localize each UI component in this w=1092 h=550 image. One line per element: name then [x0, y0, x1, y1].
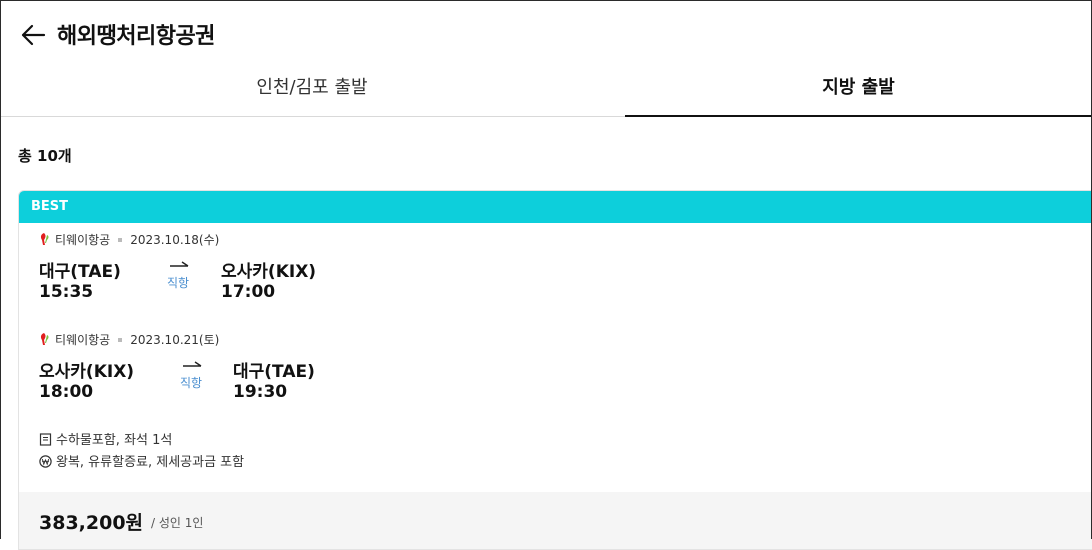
route-type: 직항 [180, 376, 203, 390]
airline-logo-icon [40, 333, 49, 345]
outbound-leg: 티웨이항공 2023.10.18(수) 대구(TAE) 15:35 직항 오사카(… [39, 231, 639, 321]
header: 해외땡처리항공권 [0, 0, 1092, 64]
to-time: 19:30 [233, 382, 288, 402]
airline-name: 티웨이항공 [55, 233, 111, 247]
flight-card[interactable]: BEST 티웨이항공 2023.10.18(수) 대구(TAE) 15:35 직항… [18, 190, 1092, 550]
document-icon [39, 433, 52, 446]
from-city: 오사카(KIX) [39, 362, 135, 382]
from-city: 대구(TAE) [39, 262, 121, 282]
to-time: 17:00 [221, 282, 276, 302]
departure-tabs: 인천/김포 출발 지방 출발 [0, 64, 1092, 117]
price-bar: 383,200원 / 성인 1인 [19, 492, 1092, 549]
price: 383,200원 [39, 512, 144, 534]
airline-name: 티웨이항공 [55, 333, 111, 347]
leg-meta: 티웨이항공 2023.10.21(토) [39, 331, 219, 349]
won-icon [39, 455, 52, 468]
leg-meta: 티웨이항공 2023.10.18(수) [39, 231, 219, 249]
to-city: 오사카(KIX) [221, 262, 317, 282]
best-badge: BEST [19, 191, 1092, 223]
separator-dot [118, 238, 123, 242]
tab-incheon-gimpo[interactable]: 인천/김포 출발 [0, 64, 624, 116]
arrow-right-icon [170, 261, 189, 267]
separator-dot [118, 338, 123, 342]
price-unit: / 성인 1인 [151, 516, 204, 530]
to-city: 대구(TAE) [233, 362, 315, 382]
price-note: 왕복, 유류할증료, 제세공과금 포함 [39, 453, 244, 475]
tab-regional[interactable]: 지방 출발 [625, 64, 1092, 117]
arrow-left-icon[interactable] [18, 20, 48, 50]
page-title: 해외땡처리항공권 [57, 24, 215, 49]
arrow-right-icon [183, 361, 202, 367]
from-time: 15:35 [39, 282, 94, 302]
baggage-note: 수하물포함, 좌석 1석 [39, 431, 244, 453]
fare-notes: 수하물포함, 좌석 1석 왕복, 유류할증료, 제세공과금 포함 [39, 431, 244, 475]
route-type: 직항 [167, 276, 190, 290]
flight-date: 2023.10.21(토) [130, 333, 220, 347]
airline-logo-icon [40, 233, 49, 245]
result-count: 총 10개 [18, 147, 72, 165]
from-time: 18:00 [39, 382, 94, 402]
flight-date: 2023.10.18(수) [130, 233, 220, 247]
return-leg: 티웨이항공 2023.10.21(토) 오사카(KIX) 18:00 직항 대구(… [39, 331, 639, 421]
